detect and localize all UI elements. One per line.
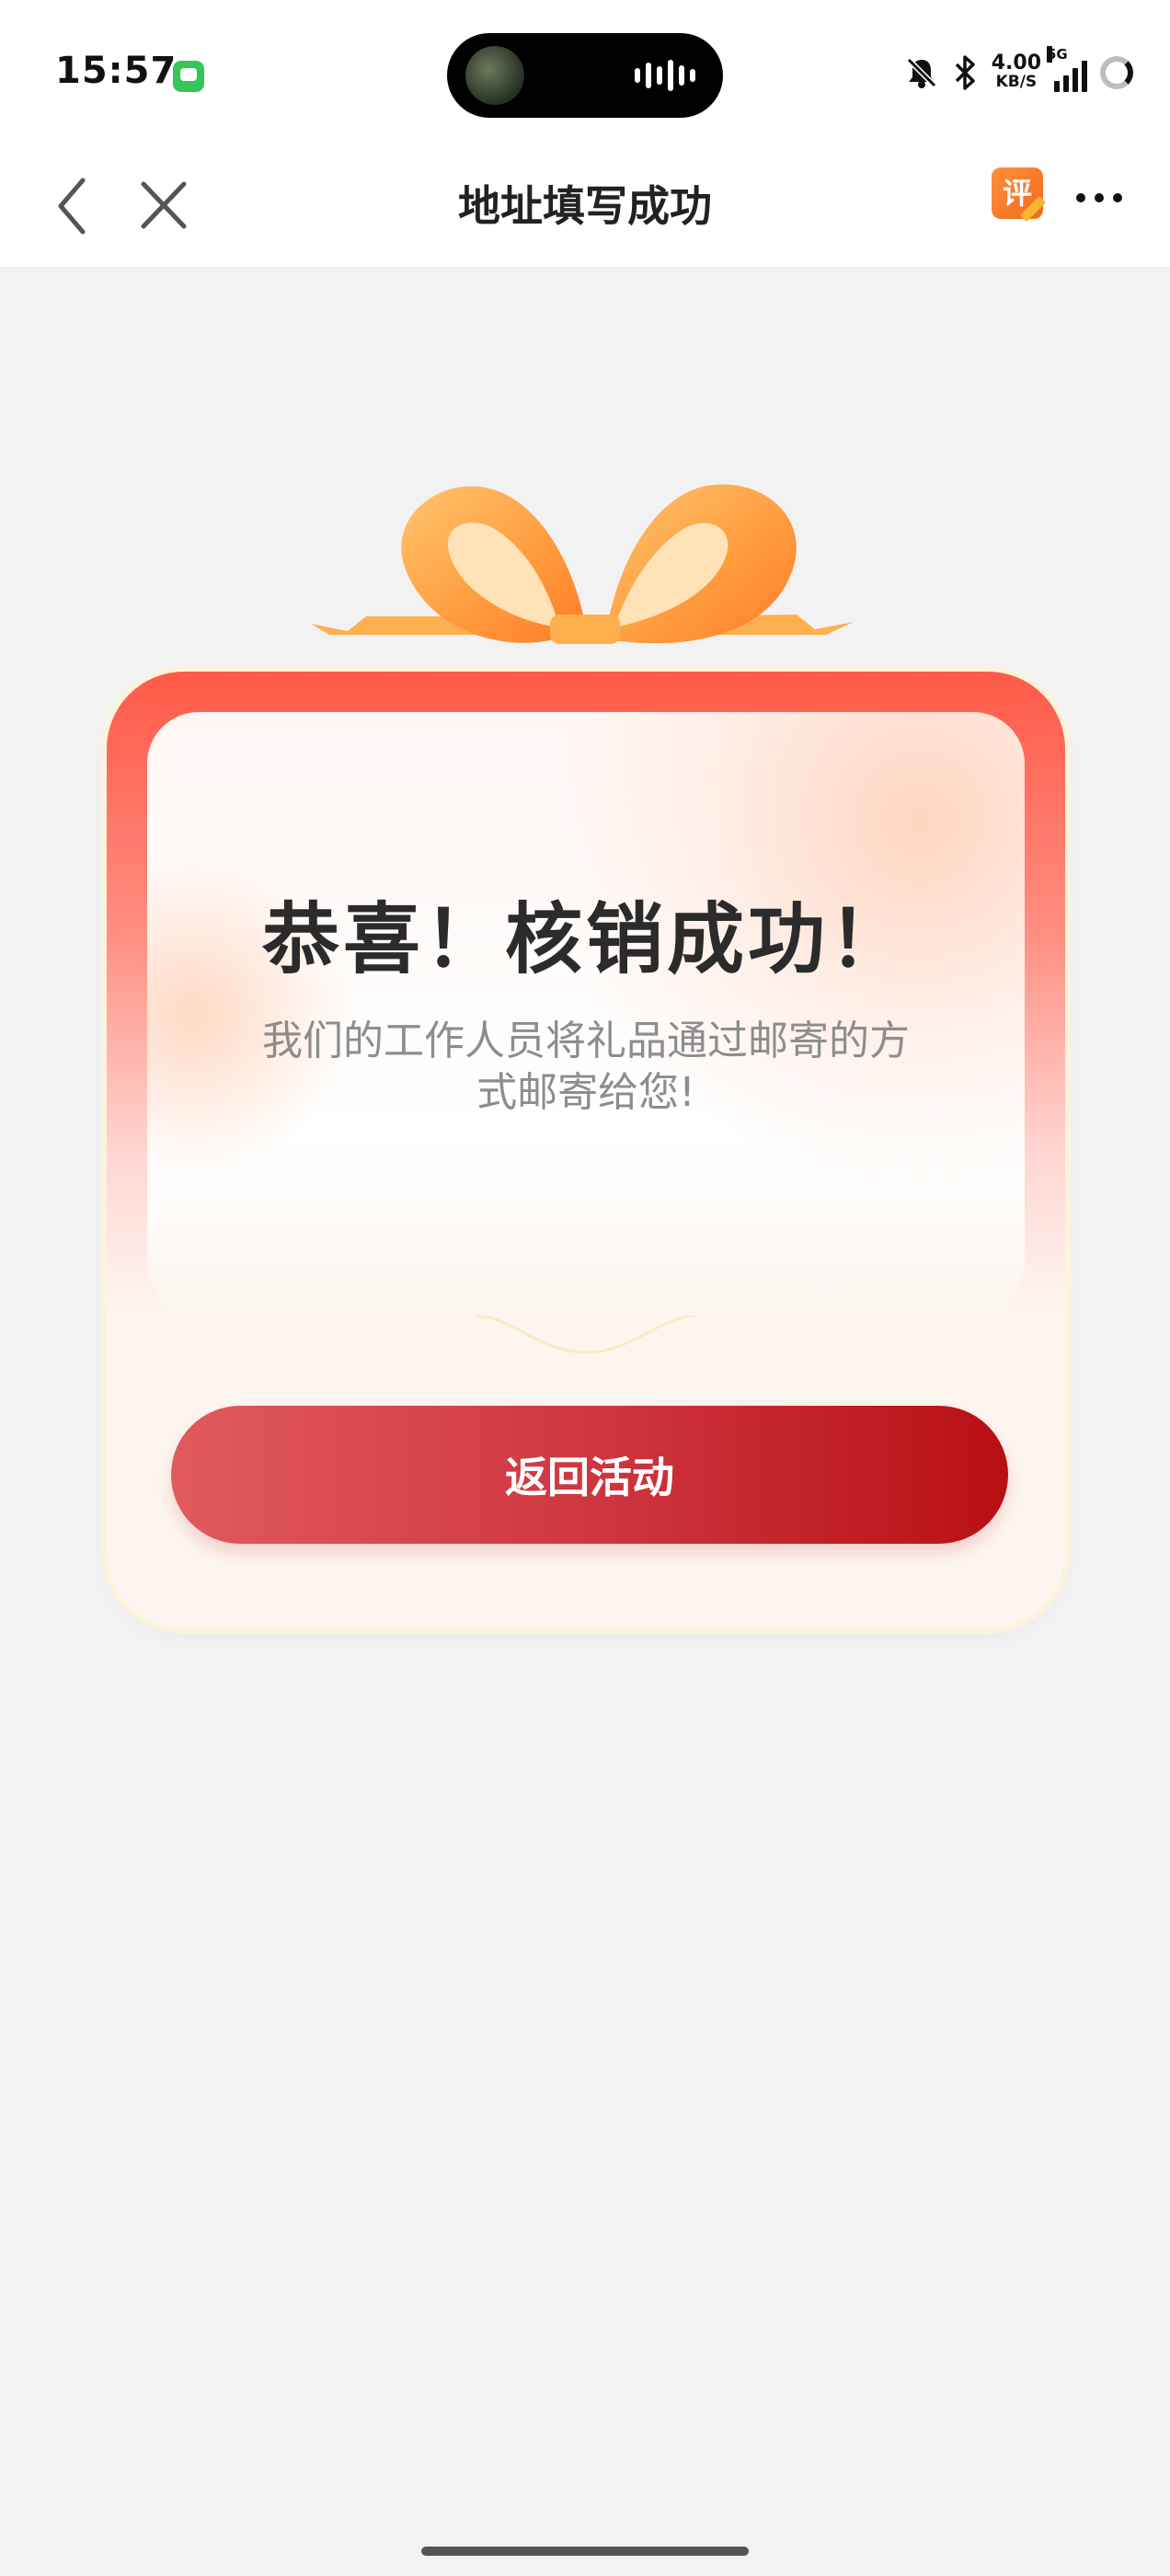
more-options-icon[interactable] — [1076, 193, 1122, 202]
nav-bar: 地址填写成功 评 — [0, 147, 1170, 267]
media-thumbnail — [465, 46, 524, 105]
success-description: 我们的工作人员将礼品通过邮寄的方式邮寄给您! — [262, 1018, 910, 1116]
home-indicator[interactable] — [421, 2547, 749, 2556]
dynamic-island[interactable] — [447, 33, 723, 118]
status-time: 15:57 — [55, 50, 178, 92]
return-to-activity-button[interactable]: 返回活动 — [171, 1406, 1008, 1544]
status-icons: 4.00 KB/S 5G — [903, 46, 1133, 96]
network-type: 5G — [1047, 46, 1068, 63]
battery-ring-icon — [1100, 56, 1133, 89]
network-speed-unit: KB/S — [995, 73, 1038, 91]
signal-icon: 5G — [1047, 46, 1087, 92]
gift-card-container: 恭喜！核销成功！ 我们的工作人员将礼品通过邮寄的方式邮寄给您! 返回活动 — [99, 460, 1065, 1638]
network-speed-value: 4.00 — [991, 52, 1041, 75]
audio-wave-icon — [635, 59, 695, 92]
status-bar: 15:57 4.00 KB/S 5G — [0, 0, 1170, 147]
mute-bell-icon — [906, 57, 936, 88]
success-title: 恭喜！核销成功！ — [261, 894, 910, 984]
card-divider — [107, 1316, 1065, 1371]
bluetooth-icon — [955, 55, 975, 90]
network-speed: 4.00 KB/S — [991, 52, 1041, 92]
card-content: 恭喜！核销成功！ 我们的工作人员将礼品通过邮寄的方式邮寄给您! — [147, 712, 1025, 1316]
message-app-icon — [173, 61, 204, 92]
gift-card: 恭喜！核销成功！ 我们的工作人员将礼品通过邮寄的方式邮寄给您! 返回活动 — [107, 672, 1065, 1628]
gift-bow-icon — [311, 484, 854, 644]
